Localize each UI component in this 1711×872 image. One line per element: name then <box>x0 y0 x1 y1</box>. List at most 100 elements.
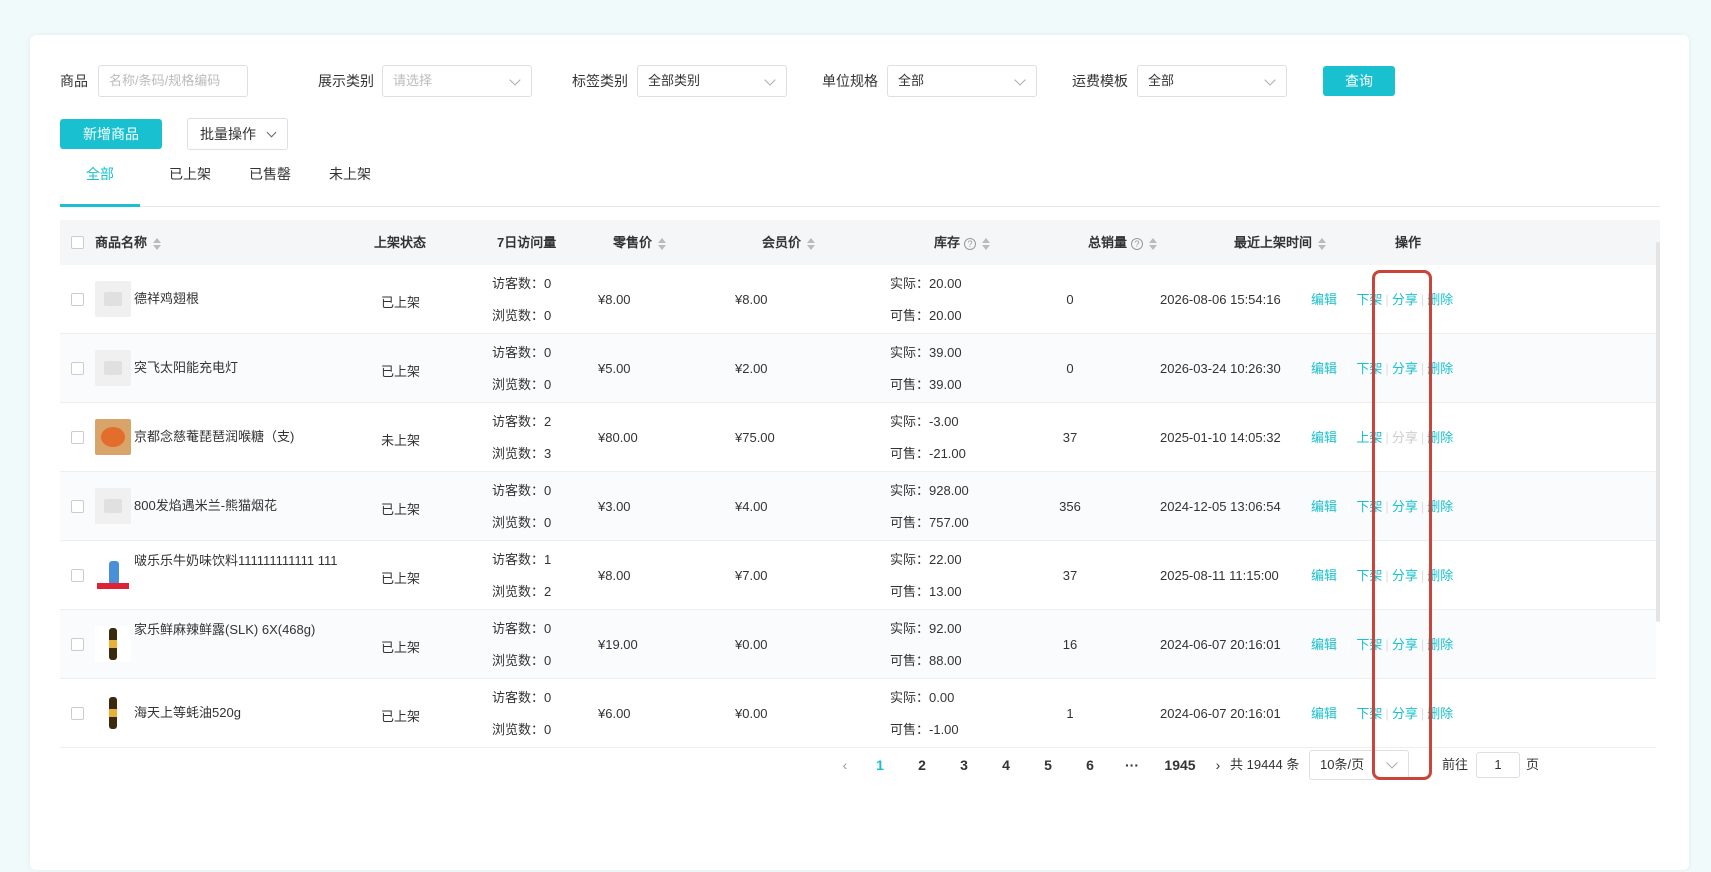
select-all-checkbox[interactable] <box>71 236 84 249</box>
toggle-listing-link[interactable]: 下架 <box>1356 361 1382 376</box>
edit-link[interactable]: 编辑 <box>1311 706 1337 721</box>
page-6-button[interactable]: 6 <box>1078 750 1102 780</box>
row-checkbox[interactable] <box>71 293 84 306</box>
row-checkbox[interactable] <box>71 362 84 375</box>
total-sales: 0 <box>1066 361 1074 376</box>
row-checkbox[interactable] <box>71 569 84 582</box>
edit-link[interactable]: 编辑 <box>1311 637 1337 652</box>
page-size-select[interactable]: 10条/页 <box>1309 750 1409 780</box>
product-name[interactable]: 海天上等蚝油520g <box>134 697 339 729</box>
display-category-select[interactable]: 请选择 <box>382 65 532 97</box>
retail-price: ¥80.00 <box>598 430 638 445</box>
page-4-button[interactable]: 4 <box>994 750 1018 780</box>
actual-value: -3.00 <box>929 414 959 429</box>
tab-sold-out[interactable]: 已售罄 <box>235 155 305 207</box>
sort-icon <box>658 237 667 250</box>
member-price: ¥2.00 <box>735 361 768 376</box>
query-button[interactable]: 查询 <box>1323 66 1395 96</box>
visit-stats: 访客数：0 浏览数：0 <box>492 337 551 401</box>
help-icon[interactable]: ? <box>1131 237 1144 250</box>
share-link[interactable]: 分享 <box>1392 637 1418 652</box>
prev-page-button[interactable]: ‹ <box>835 750 855 780</box>
page-3-button[interactable]: 3 <box>952 750 976 780</box>
edit-link[interactable]: 编辑 <box>1311 568 1337 583</box>
delete-link[interactable]: 删除 <box>1427 637 1453 652</box>
tag-category-select[interactable]: 全部类别 <box>637 65 787 97</box>
share-link[interactable]: 分享 <box>1392 499 1418 514</box>
delete-link[interactable]: 删除 <box>1427 568 1453 583</box>
unit-spec-select[interactable]: 全部 <box>887 65 1037 97</box>
tab-unlisted[interactable]: 未上架 <box>315 155 385 207</box>
toggle-listing-link[interactable]: 下架 <box>1356 568 1382 583</box>
product-name[interactable]: 突飞太阳能充电灯 <box>134 352 339 384</box>
product-name[interactable]: 家乐鲜麻辣鲜露(SLK) 6X(468g) <box>134 614 339 646</box>
toggle-listing-link[interactable]: 下架 <box>1356 292 1382 307</box>
col-member-price[interactable]: 会员价 <box>762 220 816 265</box>
visitors-value: 0 <box>544 621 552 636</box>
more-pages-button[interactable]: ··· <box>1120 750 1144 780</box>
row-checkbox[interactable] <box>71 638 84 651</box>
product-list-card: 商品 名称/条码/规格编码 展示类别 请选择 标签类别 全部类别 单位规格 全部… <box>30 35 1689 870</box>
delete-link[interactable]: 删除 <box>1427 499 1453 514</box>
row-checkbox[interactable] <box>71 431 84 444</box>
visit-stats: 访客数：2 浏览数：3 <box>492 406 551 470</box>
table-scrollbar[interactable] <box>1656 242 1660 622</box>
actual-label: 实际： <box>890 414 930 429</box>
edit-link[interactable]: 编辑 <box>1311 499 1337 514</box>
views-value: 0 <box>544 722 552 737</box>
share-link[interactable]: 分享 <box>1392 361 1418 376</box>
chevron-down-icon <box>1014 74 1026 86</box>
col-stock[interactable]: 库存? <box>934 220 991 265</box>
edit-link[interactable]: 编辑 <box>1311 292 1337 307</box>
col-retail-price[interactable]: 零售价 <box>613 220 667 265</box>
edit-link[interactable]: 编辑 <box>1311 361 1337 376</box>
visitors-value: 0 <box>544 483 552 498</box>
product-name[interactable]: 德祥鸡翅根 <box>134 283 339 315</box>
product-name[interactable]: 啵乐乐牛奶味饮料111111111111 111 <box>134 545 339 577</box>
share-link[interactable]: 分享 <box>1392 706 1418 721</box>
row-operations: 编辑 | 下架 | 分享 | 删除 <box>1311 637 1454 652</box>
shipping-template-select[interactable]: 全部 <box>1137 65 1287 97</box>
goto-page-input[interactable]: 1 <box>1476 752 1520 778</box>
batch-operations-dropdown[interactable]: 批量操作 <box>187 118 288 150</box>
page-1-button[interactable]: 1 <box>868 750 892 780</box>
views-label: 浏览数： <box>492 584 545 599</box>
product-search-input[interactable]: 名称/条码/规格编码 <box>98 65 248 97</box>
toggle-listing-link[interactable]: 下架 <box>1356 499 1382 514</box>
delete-link[interactable]: 删除 <box>1427 430 1453 445</box>
listing-status: 已上架 <box>381 502 421 517</box>
share-link[interactable]: 分享 <box>1392 292 1418 307</box>
sellable-label: 可售： <box>890 446 930 461</box>
tab-listed[interactable]: 已上架 <box>155 155 225 207</box>
col-name[interactable]: 商品名称 <box>95 220 162 265</box>
row-checkbox[interactable] <box>71 707 84 720</box>
edit-link[interactable]: 编辑 <box>1311 430 1337 445</box>
page-5-button[interactable]: 5 <box>1036 750 1060 780</box>
total-sales: 0 <box>1066 292 1074 307</box>
help-icon[interactable]: ? <box>964 237 977 250</box>
delete-link[interactable]: 删除 <box>1427 361 1453 376</box>
delete-link[interactable]: 删除 <box>1427 706 1453 721</box>
share-link[interactable]: 分享 <box>1392 568 1418 583</box>
row-checkbox[interactable] <box>71 500 84 513</box>
sellable-label: 可售： <box>890 308 930 323</box>
total-sales: 356 <box>1059 499 1081 514</box>
col-total-sales[interactable]: 总销量? <box>1088 220 1158 265</box>
product-name[interactable]: 800发焰遇米兰-熊猫烟花 <box>134 490 339 522</box>
toggle-listing-link[interactable]: 下架 <box>1356 637 1382 652</box>
page-2-button[interactable]: 2 <box>910 750 934 780</box>
retail-price: ¥8.00 <box>598 292 631 307</box>
toggle-listing-link[interactable]: 下架 <box>1356 706 1382 721</box>
col-last-listed[interactable]: 最近上架时间 <box>1234 220 1327 265</box>
last-page-button[interactable]: 1945 <box>1158 750 1202 780</box>
table-row: 京都念慈菴琵琶润喉糖（支) 未上架 访客数：2 浏览数：3 ¥80.00 ¥75.00 实际… <box>60 403 1656 472</box>
add-product-button[interactable]: 新增商品 <box>60 119 162 149</box>
actual-value: 92.00 <box>929 621 962 636</box>
toggle-listing-link[interactable]: 上架 <box>1356 430 1382 445</box>
tab-all[interactable]: 全部 <box>60 155 140 207</box>
visitors-label: 访客数： <box>492 414 545 429</box>
next-page-button[interactable]: › <box>1210 750 1226 780</box>
product-name[interactable]: 京都念慈菴琵琶润喉糖（支) <box>134 421 339 453</box>
product-thumbnail <box>95 350 131 386</box>
delete-link[interactable]: 删除 <box>1427 292 1453 307</box>
